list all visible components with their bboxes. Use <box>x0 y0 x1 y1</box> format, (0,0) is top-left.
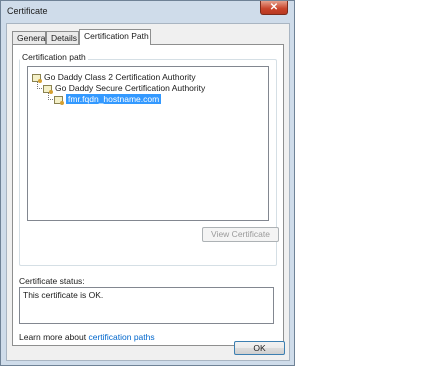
dialog-body: General Details Certification Path Certi… <box>6 23 290 361</box>
certificate-icon <box>32 73 42 83</box>
certificate-status-label: Certificate status: <box>19 276 85 286</box>
tree-node-label: Go Daddy Secure Certification Authority <box>55 83 206 93</box>
certificate-status-box[interactable]: This certificate is OK. <box>19 287 274 324</box>
window-title: Certificate <box>7 6 48 16</box>
tab-general[interactable]: General <box>12 31 47 44</box>
certificate-icon <box>43 84 53 94</box>
certification-path-panel: Certification path Go Daddy Class 2 Cert… <box>12 44 284 346</box>
tree-node-intermediate[interactable]: Go Daddy Secure Certification Authority <box>43 83 206 94</box>
certificate-status-text: This certificate is OK. <box>23 290 104 300</box>
certification-path-legend: Certification path <box>20 52 88 62</box>
tab-details[interactable]: Details <box>46 31 79 44</box>
certificate-dialog: Certificate ✕ General Details Certificat… <box>0 0 295 366</box>
ok-button[interactable]: OK <box>234 341 285 355</box>
close-button[interactable]: ✕ <box>260 1 288 15</box>
tree-node-leaf[interactable]: fmr.fqdn_hostname.com <box>54 94 162 105</box>
tree-node-root[interactable]: Go Daddy Class 2 Certification Authority <box>32 72 196 83</box>
certification-paths-link[interactable]: certification paths <box>88 332 154 342</box>
tree-node-label-selected: fmr.fqdn_hostname.com <box>66 94 162 104</box>
learn-more-text: Learn more about <box>19 332 89 342</box>
certification-path-group: Certification path Go Daddy Class 2 Cert… <box>19 52 279 266</box>
view-certificate-button[interactable]: View Certificate <box>202 227 279 242</box>
certificate-icon <box>54 95 64 105</box>
title-bar[interactable]: Certificate ✕ <box>1 1 294 23</box>
close-icon: ✕ <box>269 2 279 13</box>
certification-path-tree[interactable]: Go Daddy Class 2 Certification Authority… <box>27 66 269 221</box>
tab-certification-path[interactable]: Certification Path <box>79 29 151 45</box>
learn-more: Learn more about certification paths <box>19 332 155 342</box>
tree-node-label: Go Daddy Class 2 Certification Authority <box>44 72 196 82</box>
